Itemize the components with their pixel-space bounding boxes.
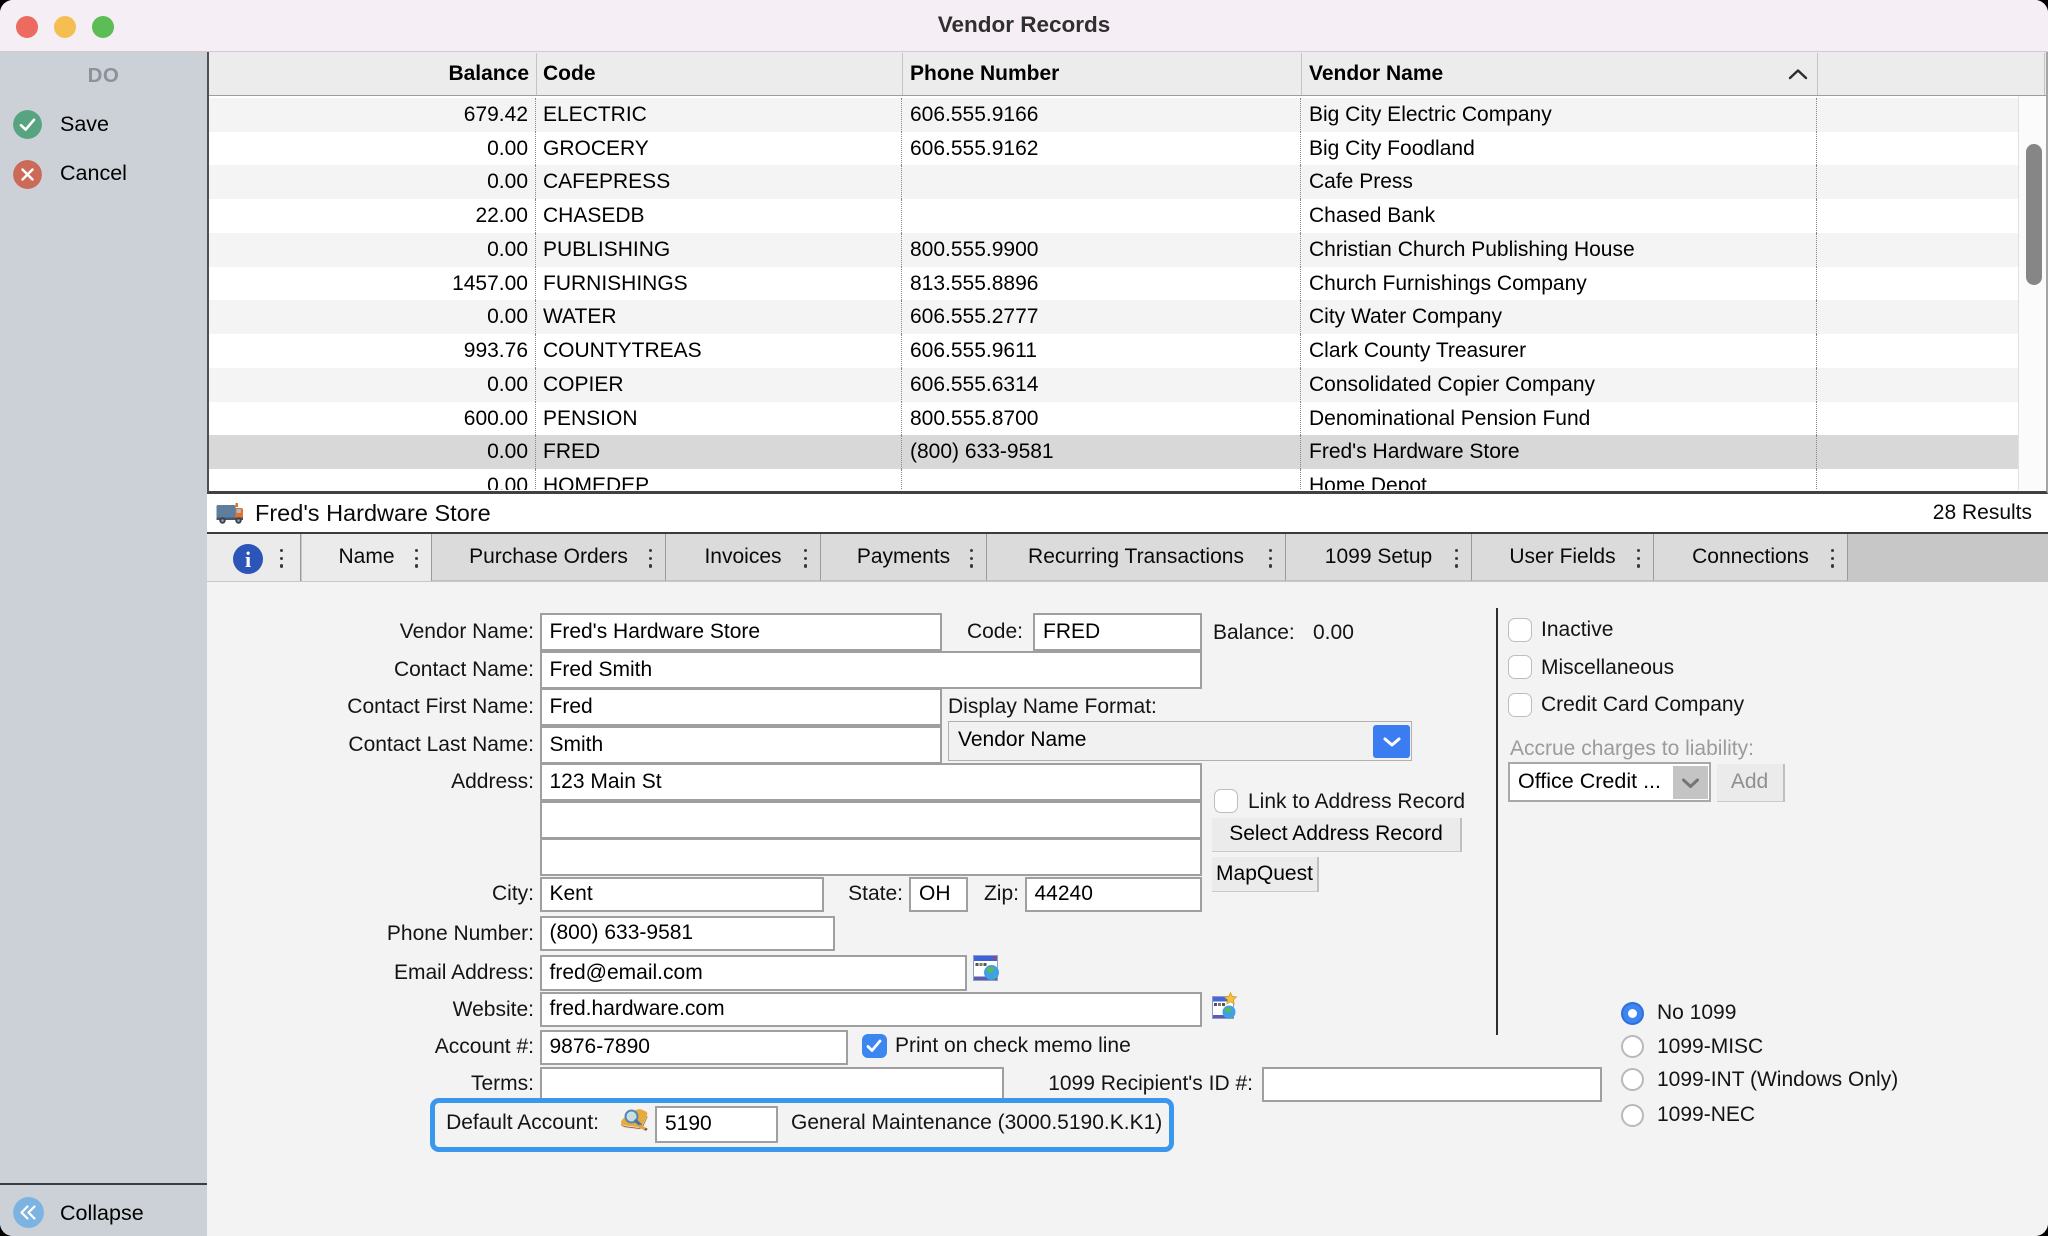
- svg-text:i: i: [245, 547, 251, 572]
